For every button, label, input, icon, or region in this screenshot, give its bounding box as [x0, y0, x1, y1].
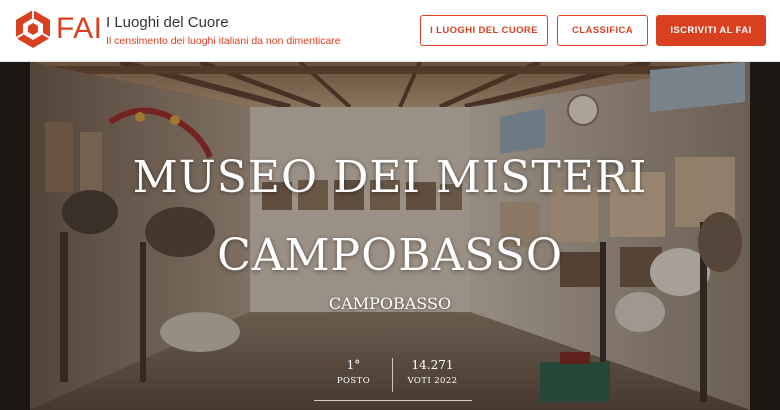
votes-value: 14.271 [411, 358, 454, 372]
stats-underline [314, 400, 472, 401]
place-city: CAMPOBASSO [328, 294, 452, 313]
place-title-line2: CAMPOBASSO [217, 230, 563, 281]
rank-value: 1° [346, 358, 361, 372]
fai-logo-icon[interactable] [16, 10, 50, 48]
site-subtitle: Il censimento dei luoghi italiani da non… [106, 35, 341, 47]
place-title-line1: MUSEO DEI MISTERI [132, 152, 648, 203]
site-title: I Luoghi del Cuore [106, 14, 229, 31]
votes-label: VOTI 2022 [407, 376, 458, 386]
ranking-stats: 1° POSTO 14.271 VOTI 2022 [314, 350, 472, 402]
site-header: FAI I Luoghi del Cuore Il censimento dei… [0, 0, 780, 62]
rank-label: POSTO [336, 376, 371, 386]
rank-stat: 1° POSTO [314, 350, 393, 398]
iscriviti-button[interactable]: ISCRIVITI AL FAI [656, 15, 766, 46]
classifica-button[interactable]: CLASSIFICA [557, 15, 648, 46]
brand-name[interactable]: FAI [56, 9, 103, 49]
luoghi-del-cuore-button[interactable]: I LUOGHI DEL CUORE [420, 15, 548, 46]
hero-banner: MUSEO DEI MISTERI CAMPOBASSO CAMPOBASSO … [0, 62, 780, 410]
votes-stat: 14.271 VOTI 2022 [393, 350, 472, 398]
